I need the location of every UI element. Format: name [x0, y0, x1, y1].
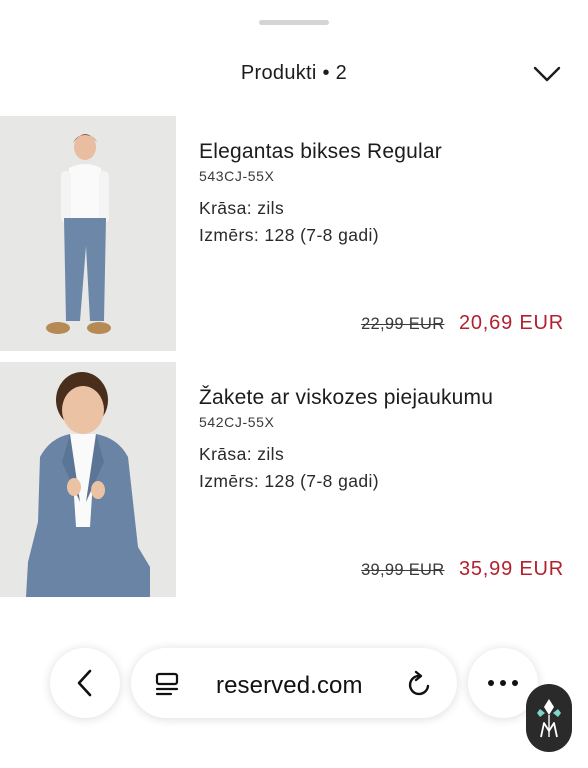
product-size: Izmērs: 128 (7-8 gadi) — [199, 471, 379, 491]
product-image[interactable] — [0, 362, 176, 597]
product-name[interactable]: Žakete ar viskozes piejaukumu — [199, 386, 493, 410]
products-header[interactable]: Produkti • 2 — [0, 52, 588, 96]
address-bar[interactable]: reserved.com — [131, 648, 457, 718]
product-item[interactable]: Elegantas bikses Regular 543CJ-55X Krāsa… — [0, 116, 588, 351]
sale-price: 20,69 EUR — [458, 312, 564, 334]
sale-price: 35,99 EUR — [458, 558, 564, 580]
reload-icon[interactable] — [407, 670, 433, 698]
browser-toolbar: reserved.com — [0, 645, 588, 725]
more-icon — [488, 680, 518, 686]
back-button[interactable] — [50, 648, 120, 718]
product-prices: 39,99 EUR 35,99 EUR — [361, 558, 564, 581]
old-price: 22,99 EUR — [361, 315, 445, 333]
old-price: 39,99 EUR — [361, 561, 445, 579]
product-code: 542CJ-55X — [199, 414, 275, 430]
reader-mode-icon[interactable] — [155, 672, 181, 696]
product-code: 543CJ-55X — [199, 168, 275, 184]
chevron-down-icon[interactable] — [532, 64, 562, 84]
product-image[interactable] — [0, 116, 176, 351]
products-header-title: Produkti • 2 — [240, 62, 348, 84]
product-size: Izmērs: 128 (7-8 gadi) — [199, 225, 379, 245]
product-item[interactable]: Žakete ar viskozes piejaukumu 542CJ-55X … — [0, 362, 588, 597]
url-text[interactable]: reserved.com — [216, 672, 363, 700]
app-badge-icon[interactable] — [526, 684, 572, 752]
product-prices: 22,99 EUR 20,69 EUR — [361, 312, 564, 335]
product-color: Krāsa: zils — [199, 198, 285, 218]
back-arrow-icon — [77, 669, 92, 697]
sheet-grabber[interactable] — [259, 20, 329, 25]
product-color: Krāsa: zils — [199, 444, 285, 464]
product-name[interactable]: Elegantas bikses Regular — [199, 140, 442, 164]
